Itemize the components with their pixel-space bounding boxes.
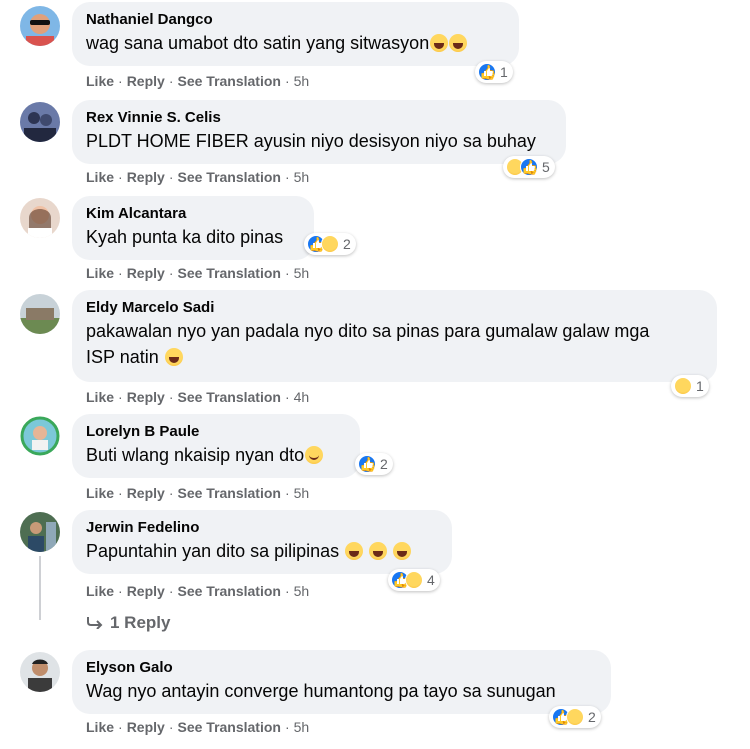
comment-time[interactable]: 5h (294, 265, 310, 281)
smiling-emoji-icon (305, 446, 324, 464)
reaction-count: 5 (542, 159, 550, 175)
laughing-emoji-icon (164, 348, 183, 366)
comment-text: Kyah punta ka dito pinas (86, 227, 284, 247)
reaction-summary[interactable]: 2 (549, 706, 601, 728)
reply-link[interactable]: Reply (127, 485, 165, 501)
reaction-summary[interactable]: 1 (671, 375, 709, 397)
comment-actions: Like · Reply · See Translation · 5h (86, 265, 310, 281)
comment-author[interactable]: Elyson Galo (86, 658, 597, 678)
grinning-emoji-icon (369, 542, 388, 560)
comment-author[interactable]: Rex Vinnie S. Celis (86, 108, 552, 128)
see-translation-link[interactable]: See Translation (177, 169, 280, 185)
comment-actions: Like · Reply · See Translation · 4h (86, 389, 310, 405)
like-link[interactable]: Like (86, 583, 114, 599)
like-link[interactable]: Like (86, 389, 114, 405)
reply-arrow-icon (86, 613, 104, 633)
view-replies-link[interactable]: 1 Reply (86, 613, 170, 633)
comment-time[interactable]: 5h (294, 485, 310, 501)
comment-actions: Like · Reply · See Translation · 5h (86, 583, 310, 599)
reaction-count: 1 (696, 378, 704, 394)
like-link[interactable]: Like (86, 719, 114, 735)
see-translation-link[interactable]: See Translation (177, 485, 280, 501)
reaction-summary[interactable]: 4 (388, 569, 440, 591)
comment-author[interactable]: Kim Alcantara (86, 204, 300, 224)
comment-time[interactable]: 5h (294, 719, 310, 735)
laughing-emoji-icon (449, 34, 468, 52)
avatar[interactable] (20, 198, 60, 238)
reply-link[interactable]: Reply (127, 73, 165, 89)
grinning-emoji-icon (345, 542, 364, 560)
like-link[interactable]: Like (86, 169, 114, 185)
like-link[interactable]: Like (86, 265, 114, 281)
reaction-summary[interactable]: 2 (355, 453, 393, 475)
comment-bubble: Eldy Marcelo Sadi pakawalan nyo yan pada… (72, 290, 717, 382)
like-reaction-icon (478, 63, 496, 81)
comment-bubble: Jerwin Fedelino Papuntahin yan dito sa p… (72, 510, 452, 574)
reaction-count: 2 (380, 456, 388, 472)
avatar[interactable] (20, 6, 60, 46)
comment-actions: Like · Reply · See Translation · 5h (86, 485, 310, 501)
reaction-count: 4 (427, 572, 435, 588)
reply-link[interactable]: Reply (127, 583, 165, 599)
comment-bubble: Kim Alcantara Kyah punta ka dito pinas (72, 196, 314, 260)
haha-reaction-icon (566, 708, 584, 726)
see-translation-link[interactable]: See Translation (177, 389, 280, 405)
haha-reaction-icon (405, 571, 423, 589)
like-reaction-icon (520, 158, 538, 176)
haha-reaction-icon (674, 377, 692, 395)
grinning-emoji-icon (393, 542, 412, 560)
view-replies-label: 1 Reply (110, 613, 171, 632)
comment-time[interactable]: 4h (294, 389, 310, 405)
reaction-summary[interactable]: 2 (304, 233, 356, 255)
comment-text: PLDT HOME FIBER ayusin niyo desisyon niy… (86, 131, 536, 151)
comment-time[interactable]: 5h (294, 169, 310, 185)
reaction-summary[interactable]: 1 (475, 61, 513, 83)
comment-text: Wag nyo antayin converge humantong pa ta… (86, 681, 556, 701)
laughing-emoji-icon (430, 34, 449, 52)
like-reaction-icon (358, 455, 376, 473)
comment-actions: Like · Reply · See Translation · 5h (86, 719, 310, 735)
comment-author[interactable]: Jerwin Fedelino (86, 518, 438, 538)
comment-time[interactable]: 5h (294, 73, 310, 89)
reaction-summary[interactable]: 5 (503, 156, 555, 178)
reaction-count: 2 (588, 709, 596, 725)
haha-reaction-icon (321, 235, 339, 253)
comment-actions: Like · Reply · See Translation · 5h (86, 73, 310, 89)
comment-text: pakawalan nyo yan padala nyo dito sa pin… (86, 321, 650, 341)
comment-time[interactable]: 5h (294, 583, 310, 599)
like-link[interactable]: Like (86, 73, 114, 89)
comment-text: Papuntahin yan dito sa pilipinas (86, 538, 438, 564)
comment-author[interactable]: Lorelyn B Paule (86, 422, 346, 442)
see-translation-link[interactable]: See Translation (177, 719, 280, 735)
see-translation-link[interactable]: See Translation (177, 265, 280, 281)
comment-text: Buti wlang nkaisip nyan dto (86, 442, 346, 468)
comment-text: wag sana umabot dto satin yang sitwasyon (86, 30, 505, 56)
reply-link[interactable]: Reply (127, 169, 165, 185)
avatar[interactable] (20, 102, 60, 142)
avatar[interactable] (20, 294, 60, 334)
see-translation-link[interactable]: See Translation (177, 73, 280, 89)
comment-actions: Like · Reply · See Translation · 5h (86, 169, 310, 185)
reply-thread-line (39, 556, 41, 620)
avatar[interactable] (20, 512, 60, 552)
reaction-count: 1 (500, 64, 508, 80)
avatar[interactable] (20, 416, 60, 456)
comment-author[interactable]: Eldy Marcelo Sadi (86, 298, 703, 318)
like-link[interactable]: Like (86, 485, 114, 501)
comment-bubble: Nathaniel Dangco wag sana umabot dto sat… (72, 2, 519, 66)
reply-link[interactable]: Reply (127, 389, 165, 405)
reply-link[interactable]: Reply (127, 719, 165, 735)
comment-bubble: Rex Vinnie S. Celis PLDT HOME FIBER ayus… (72, 100, 566, 164)
see-translation-link[interactable]: See Translation (177, 583, 280, 599)
comment-bubble: Lorelyn B Paule Buti wlang nkaisip nyan … (72, 414, 360, 478)
reaction-count: 2 (343, 236, 351, 252)
avatar[interactable] (20, 652, 60, 692)
reply-link[interactable]: Reply (127, 265, 165, 281)
comment-text-continued: ISP natin (86, 344, 703, 370)
comment-author[interactable]: Nathaniel Dangco (86, 10, 505, 30)
comment-bubble: Elyson Galo Wag nyo antayin converge hum… (72, 650, 611, 714)
